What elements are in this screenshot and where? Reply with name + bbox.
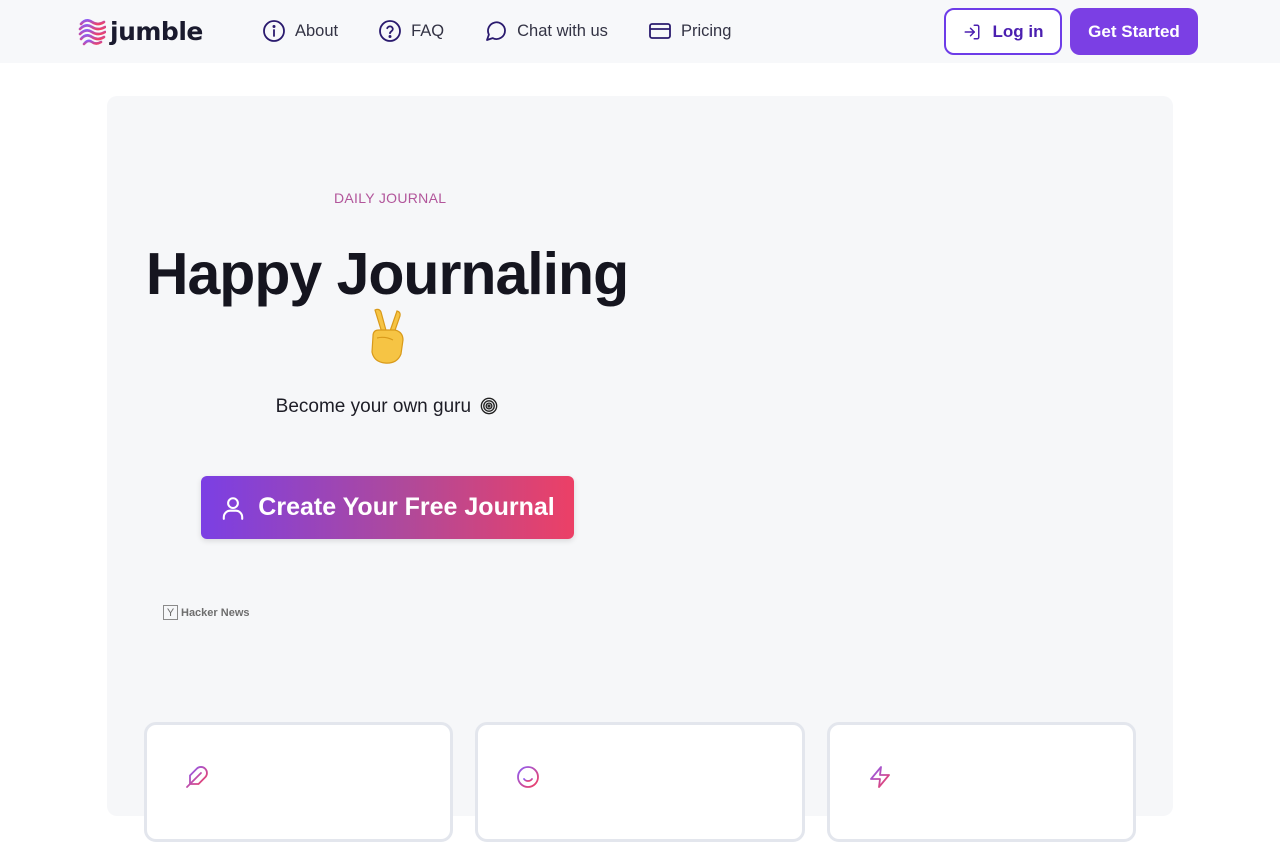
hacker-news-badge[interactable]: Y Hacker News — [163, 605, 250, 620]
nav-pricing-label: Pricing — [680, 21, 732, 40]
hacker-news-label: Hacker News — [181, 606, 250, 619]
feature-card — [827, 722, 1136, 842]
nav-faq-label: FAQ — [411, 21, 445, 40]
question-icon — [379, 20, 402, 42]
nav-about-label: About — [295, 21, 339, 40]
hacker-news-logo: Y — [163, 605, 178, 620]
create-journal-label: Create Your Free Journal — [258, 493, 555, 521]
hero-eyebrow: DAILY JOURNAL — [334, 190, 447, 206]
brand-logo[interactable]: jumble — [78, 16, 203, 46]
hero-subtitle-row: Become your own guru — [107, 396, 667, 418]
login-button[interactable]: Log in — [944, 8, 1062, 55]
chat-bubble-icon — [486, 21, 507, 41]
main-nav: About FAQ Chat with us Pricing — [262, 19, 771, 43]
nav-pricing[interactable]: Pricing — [648, 19, 731, 43]
feature-card — [475, 722, 805, 842]
jumble-logo-icon — [78, 19, 106, 46]
spiral-icon — [481, 397, 498, 415]
nav-chat[interactable]: Chat with us — [484, 19, 608, 43]
lightning-icon — [870, 766, 890, 788]
nav-faq[interactable]: FAQ — [378, 19, 444, 43]
hero-subtitle: Become your own guru — [275, 396, 472, 417]
smiley-icon — [517, 766, 539, 788]
create-journal-button[interactable]: Create Your Free Journal — [201, 476, 574, 539]
brand-name: jumble — [110, 16, 203, 46]
feature-card — [144, 722, 453, 842]
nav-chat-label: Chat with us — [517, 21, 608, 40]
top-navbar: jumble About FAQ Chat with us Pricing Lo… — [0, 0, 1280, 63]
credit-card-icon — [649, 23, 671, 39]
login-label: Log in — [992, 21, 1044, 41]
nav-about[interactable]: About — [262, 19, 338, 43]
get-started-button[interactable]: Get Started — [1070, 8, 1198, 55]
login-arrow-icon — [964, 24, 979, 39]
user-icon — [223, 496, 244, 520]
victory-hand-icon — [371, 308, 404, 364]
hero-section: DAILY JOURNAL Happy Journaling Become yo… — [107, 96, 1173, 842]
feather-icon — [186, 766, 208, 788]
info-icon — [263, 20, 285, 42]
hero-title: Happy Journaling — [145, 241, 629, 307]
